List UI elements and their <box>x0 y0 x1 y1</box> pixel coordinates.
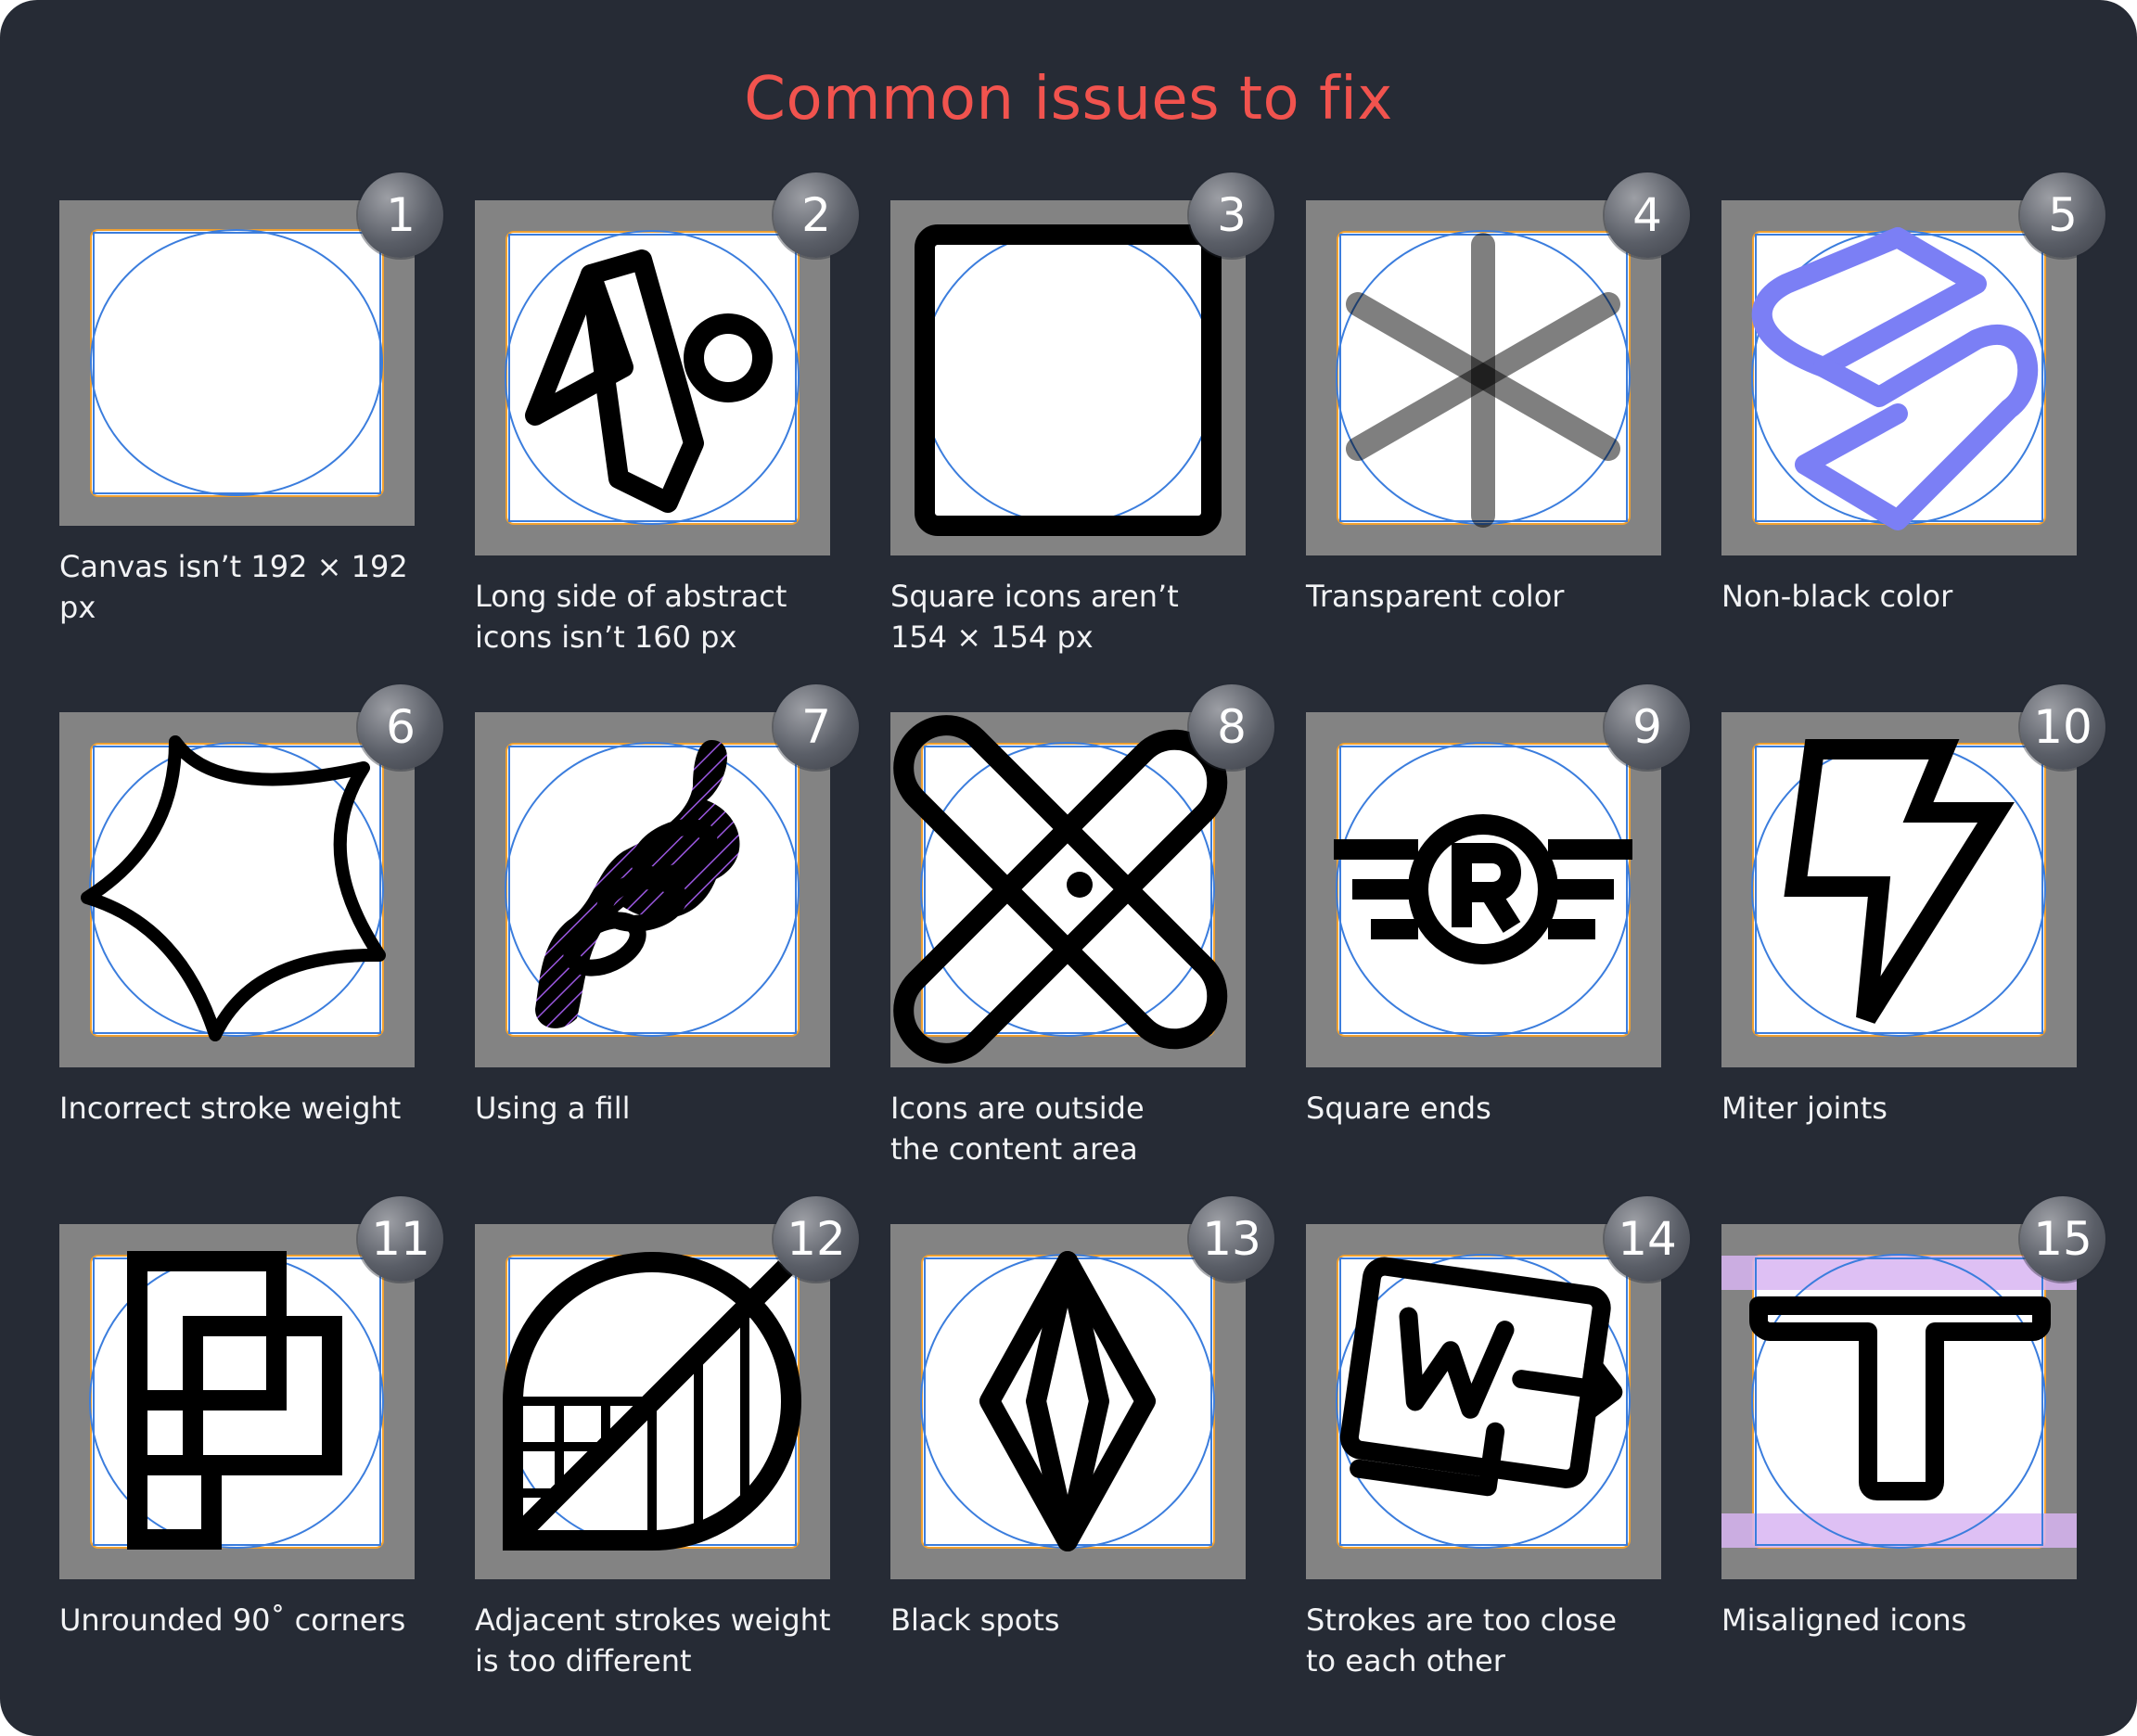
letter-t-icon <box>1721 1254 2077 1549</box>
issue-number-badge: 8 <box>1189 684 1274 770</box>
icon-tile <box>59 200 415 526</box>
issue-caption: Misaligned icons <box>1721 1602 1967 1638</box>
issue-card-4: 4 Transparent color <box>1306 172 1690 692</box>
issue-card-2: 2 Long side of abstract icons isn’t 160 … <box>475 172 859 692</box>
issue-card-8: 8 Icons are outside the content area <box>890 684 1274 1204</box>
issue-card-6: 6 Incorrect stroke weight <box>59 684 443 1204</box>
issue-number-badge: 15 <box>2020 1196 2105 1282</box>
stacked-squares-icon <box>89 1251 384 1550</box>
issue-card-10: 10 Miter joints <box>1721 684 2105 1204</box>
issues-panel: Common issues to fix 1 Canvas isn’t 192 … <box>0 0 2137 1736</box>
issue-card-11: 11 Unrounded 90˚ corners <box>59 1196 443 1716</box>
icon-tile <box>1721 1224 2077 1579</box>
issue-number-badge: 1 <box>358 172 443 258</box>
issue-card-9: 9 Square ends <box>1306 684 1690 1204</box>
issue-number-badge: 5 <box>2020 172 2105 258</box>
icon-tile <box>59 1224 415 1579</box>
issue-number-badge: 2 <box>774 172 859 258</box>
icon-tile <box>890 712 1246 1067</box>
icon-tile <box>475 712 830 1067</box>
square-outline-icon <box>915 224 1222 536</box>
issue-card-5: 5 Non-black color <box>1721 172 2105 692</box>
issue-number-badge: 7 <box>774 684 859 770</box>
icon-tile <box>475 1224 830 1579</box>
issue-caption: Square ends <box>1306 1091 1491 1126</box>
icon-tile <box>1306 200 1661 555</box>
issue-card-15: 15 Misaligned icons <box>1721 1196 2105 1716</box>
icon-tile <box>475 200 830 555</box>
issue-number-badge: 14 <box>1605 1196 1690 1282</box>
issue-caption: Using a fill <box>475 1091 631 1126</box>
bandage-cross-icon <box>893 715 1228 1064</box>
diamond-icon <box>920 1251 1215 1551</box>
issue-number-badge: 11 <box>358 1196 443 1282</box>
issue-number-badge: 4 <box>1605 172 1690 258</box>
issue-caption: Miter joints <box>1721 1091 1887 1126</box>
abstract-signpost-icon <box>505 230 800 525</box>
asterisk-icon <box>1336 230 1631 528</box>
lightning-icon <box>1751 739 2046 1037</box>
icon-tile <box>1306 712 1661 1067</box>
issue-caption: Square icons aren’t 154 × 154 px <box>890 579 1179 655</box>
blank-circle-icon <box>90 229 384 497</box>
issue-card-14: 14 Strokes are too close to each other <box>1306 1196 1690 1716</box>
issue-caption: Long side of abstract icons isn’t 160 px <box>475 579 787 655</box>
chain-knot-icon <box>505 740 800 1037</box>
winged-r-icon <box>1334 742 1632 1037</box>
icon-tile <box>890 200 1246 555</box>
issue-card-7: 7 Using a fill <box>475 684 859 1204</box>
issue-number-badge: 3 <box>1189 172 1274 258</box>
issue-caption: Canvas isn’t 192 × 192 px <box>59 549 408 625</box>
issue-caption: Black spots <box>890 1602 1060 1638</box>
page-title: Common issues to fix <box>744 65 1393 134</box>
issue-caption: Transparent color <box>1306 579 1565 614</box>
issue-card-12: 12 Adjacent strokes weight is too differ… <box>475 1196 859 1716</box>
issue-card-1: 1 Canvas isn’t 192 × 192 px <box>59 172 443 692</box>
issue-caption: Non-black color <box>1721 579 1953 614</box>
icon-tile <box>1306 1224 1661 1579</box>
issue-caption: Strokes are too close to each other <box>1306 1602 1618 1679</box>
star-burst-icon <box>81 735 386 1041</box>
issue-number-badge: 10 <box>2020 684 2105 770</box>
icon-tile <box>59 712 415 1067</box>
issue-number-badge: 12 <box>774 1196 859 1282</box>
issue-number-badge: 13 <box>1189 1196 1274 1282</box>
issue-caption: Adjacent strokes weight is too different <box>475 1602 831 1679</box>
icon-tile <box>1721 200 2077 555</box>
issue-card-3: 3 Square icons aren’t 154 × 154 px <box>890 172 1274 692</box>
leaf-grid-icon <box>503 1252 801 1551</box>
s-ribbon-icon <box>1751 227 2046 530</box>
issue-number-badge: 9 <box>1605 684 1690 770</box>
issue-caption: Unrounded 90˚ corners <box>59 1602 406 1638</box>
issue-card-13: 13 Black spots <box>890 1196 1274 1716</box>
issue-caption: Icons are outside the content area <box>890 1091 1145 1167</box>
icon-tile <box>890 1224 1246 1579</box>
issue-caption: Incorrect stroke weight <box>59 1091 402 1126</box>
issue-number-badge: 6 <box>358 684 443 770</box>
icon-tile <box>1721 712 2077 1067</box>
word-export-icon <box>1336 1254 1631 1549</box>
